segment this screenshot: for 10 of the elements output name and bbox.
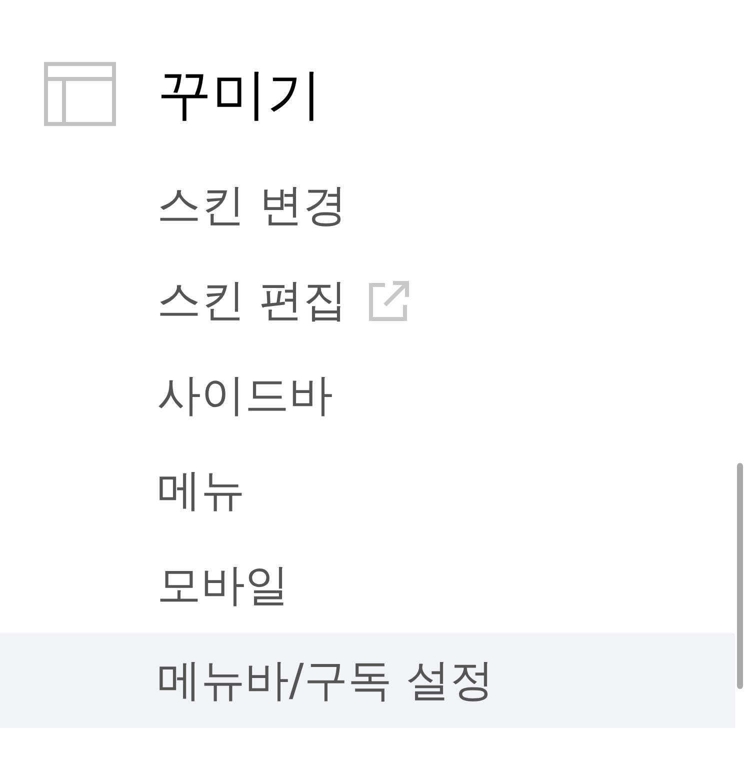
- menu-item-label: 스킨 편집: [157, 278, 347, 322]
- scrollbar[interactable]: [737, 463, 743, 689]
- menu-item-label: 메뉴: [157, 468, 245, 512]
- menu-item[interactable]: 메뉴바/구독 설정: [0, 633, 735, 728]
- menu-item-label: 스킨 변경: [157, 184, 347, 228]
- menu-item-label: 모바일: [157, 564, 289, 608]
- section-title: 꾸미기: [157, 66, 322, 122]
- menu-item-label: 메뉴바/구독 설정: [157, 658, 494, 702]
- layout-icon: [44, 62, 116, 126]
- menu-item-label: 사이드바: [157, 374, 333, 418]
